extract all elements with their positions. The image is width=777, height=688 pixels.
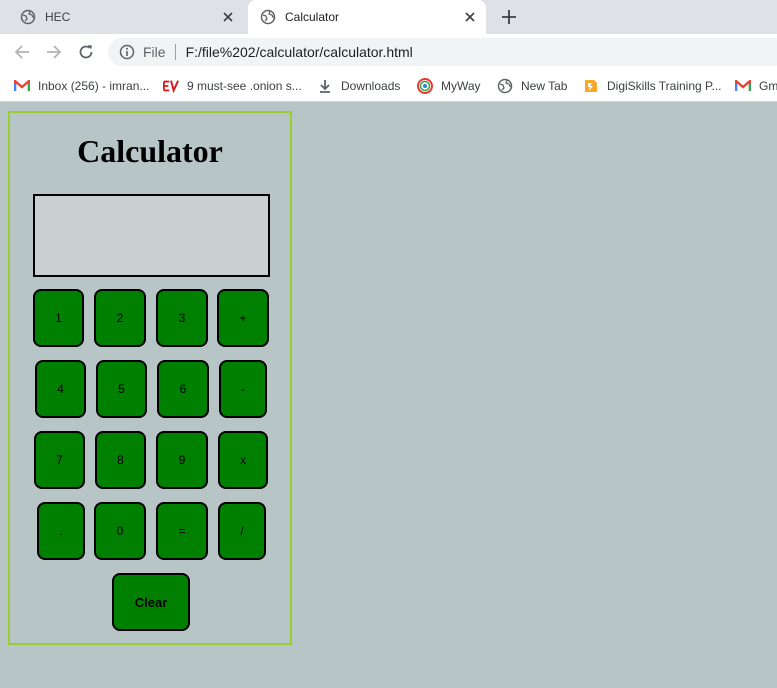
bookmark-label: New Tab — [521, 79, 568, 93]
digiskills-icon — [583, 78, 599, 94]
key-7[interactable]: 7 — [34, 431, 85, 489]
bookmark-label: Downloads — [341, 79, 401, 93]
key-minus[interactable]: - — [219, 360, 267, 418]
bookmark-label: Inbox (256) - imran... — [38, 79, 150, 93]
key-5[interactable]: 5 — [96, 360, 147, 418]
browser-toolbar: File F:/file%202/calculator/calculator.h… — [0, 34, 777, 70]
tab-title: HEC — [45, 10, 71, 24]
globe-icon — [497, 78, 513, 94]
myway-icon — [417, 78, 433, 94]
key-decimal[interactable]: . — [37, 502, 85, 560]
info-icon[interactable] — [119, 44, 135, 60]
key-8[interactable]: 8 — [95, 431, 146, 489]
key-0[interactable]: 0 — [94, 502, 146, 560]
bookmark-gmail[interactable]: Gm — [735, 76, 777, 96]
calculator-panel: Calculator 1 2 3 + 4 5 6 - 7 8 9 x . 0 =… — [8, 111, 292, 645]
tab-title: Calculator — [285, 10, 340, 24]
key-divide[interactable]: / — [218, 502, 266, 560]
key-multiply[interactable]: x — [218, 431, 268, 489]
ev-icon — [163, 78, 179, 94]
bookmark-downloads[interactable]: Downloads — [317, 76, 400, 96]
key-1[interactable]: 1 — [33, 289, 84, 347]
plus-icon — [502, 10, 516, 24]
download-icon — [317, 78, 333, 94]
bookmark-label: Gm — [759, 79, 777, 93]
key-2[interactable]: 2 — [94, 289, 146, 347]
calculator-display[interactable] — [33, 194, 270, 277]
forward-button[interactable] — [43, 41, 65, 63]
bookmark-onion[interactable]: 9 must-see .onion s... — [163, 76, 302, 96]
key-3[interactable]: 3 — [156, 289, 208, 347]
reload-icon — [79, 45, 93, 59]
key-plus[interactable]: + — [217, 289, 269, 347]
arrow-right-icon — [47, 45, 62, 59]
bookmark-label: 9 must-see .onion s... — [187, 79, 302, 93]
bookmark-inbox[interactable]: Inbox (256) - imran... — [14, 76, 149, 96]
gmail-icon — [14, 78, 30, 94]
bookmark-label: MyWay — [441, 79, 481, 93]
new-tab-button[interactable] — [498, 6, 520, 28]
reload-button[interactable] — [75, 41, 97, 63]
key-equals[interactable]: = — [156, 502, 208, 560]
tab-strip: HEC Calculator — [0, 0, 777, 34]
bookmark-newtab[interactable]: New Tab — [497, 76, 567, 96]
key-6[interactable]: 6 — [157, 360, 209, 418]
bookmark-myway[interactable]: MyWay — [417, 76, 481, 96]
tab-calculator[interactable]: Calculator — [248, 0, 486, 34]
address-bar[interactable]: File F:/file%202/calculator/calculator.h… — [108, 38, 777, 66]
divider — [174, 44, 176, 60]
globe-icon — [260, 9, 276, 25]
clear-button[interactable]: Clear — [112, 573, 190, 631]
globe-icon — [20, 9, 36, 25]
page-title: Calculator — [77, 133, 223, 169]
key-4[interactable]: 4 — [35, 360, 86, 418]
gmail-icon — [735, 78, 751, 94]
scheme-label: File — [143, 44, 166, 60]
back-button[interactable] — [11, 41, 33, 63]
tab-hec[interactable]: HEC — [8, 0, 244, 34]
key-9[interactable]: 9 — [156, 431, 208, 489]
arrow-left-icon — [14, 45, 29, 59]
close-icon[interactable] — [462, 9, 478, 25]
bookmark-label: DigiSkills Training P... — [607, 79, 722, 93]
bookmark-digiskills[interactable]: DigiSkills Training P... — [583, 76, 722, 96]
url-text[interactable]: F:/file%202/calculator/calculator.html — [186, 44, 413, 60]
close-icon[interactable] — [220, 9, 236, 25]
bookmarks-bar: Inbox (256) - imran... 9 must-see .onion… — [0, 70, 777, 102]
